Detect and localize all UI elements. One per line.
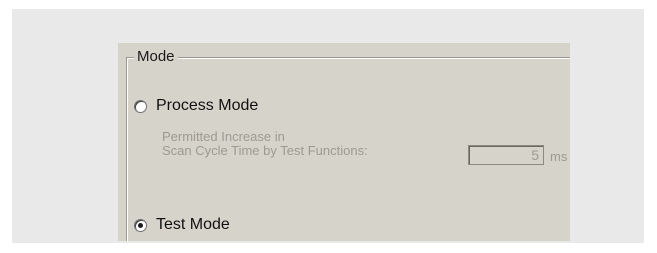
- screenshot-frame: Mode Process Mode Permitted Increase in …: [12, 9, 644, 243]
- scan-cycle-time-input[interactable]: 5: [468, 145, 544, 165]
- test-mode-label: Test Mode: [156, 216, 230, 233]
- process-mode-radio-option[interactable]: Process Mode: [134, 97, 258, 115]
- test-mode-radio-option[interactable]: Test Mode: [134, 216, 230, 234]
- process-mode-label: Process Mode: [156, 97, 259, 114]
- scan-cycle-label-line2: Scan Cycle Time by Test Functions:: [162, 143, 368, 158]
- test-mode-radio-icon[interactable]: [134, 218, 147, 232]
- mode-group-title: Mode: [134, 48, 178, 65]
- scan-cycle-label-line1: Permitted Increase in: [162, 129, 285, 144]
- scan-cycle-unit: ms: [550, 149, 568, 164]
- process-mode-radio-icon[interactable]: [134, 99, 147, 113]
- mode-dialog: Mode Process Mode Permitted Increase in …: [118, 43, 570, 241]
- scan-cycle-label: Permitted Increase in Scan Cycle Time by…: [162, 130, 368, 158]
